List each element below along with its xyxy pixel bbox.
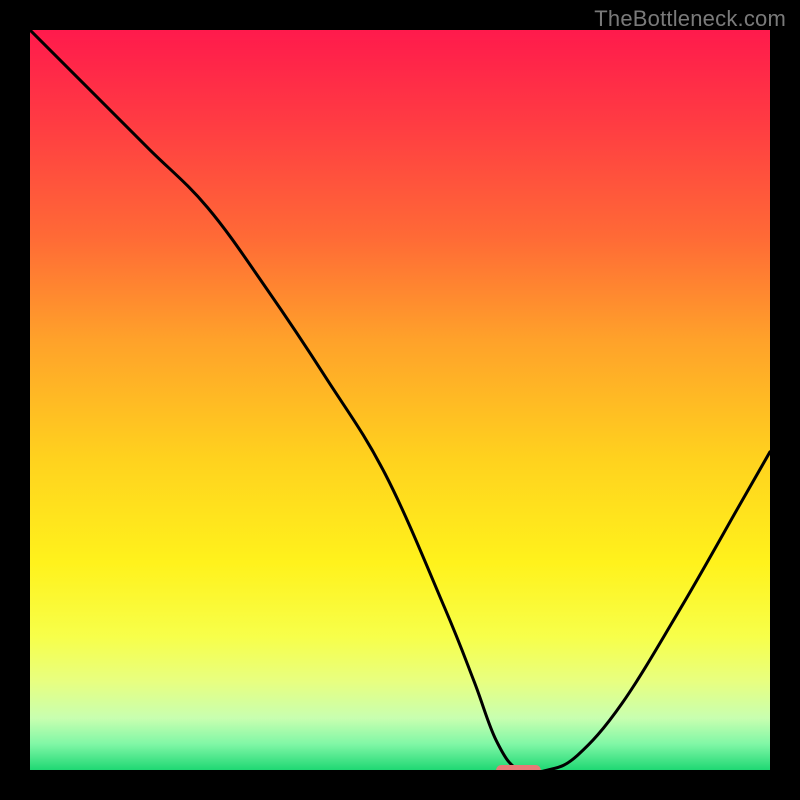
optimal-marker	[496, 765, 540, 770]
bottleneck-curve	[30, 30, 770, 770]
watermark-text: TheBottleneck.com	[594, 6, 786, 32]
plot-area	[30, 30, 770, 770]
chart-frame: TheBottleneck.com	[0, 0, 800, 800]
